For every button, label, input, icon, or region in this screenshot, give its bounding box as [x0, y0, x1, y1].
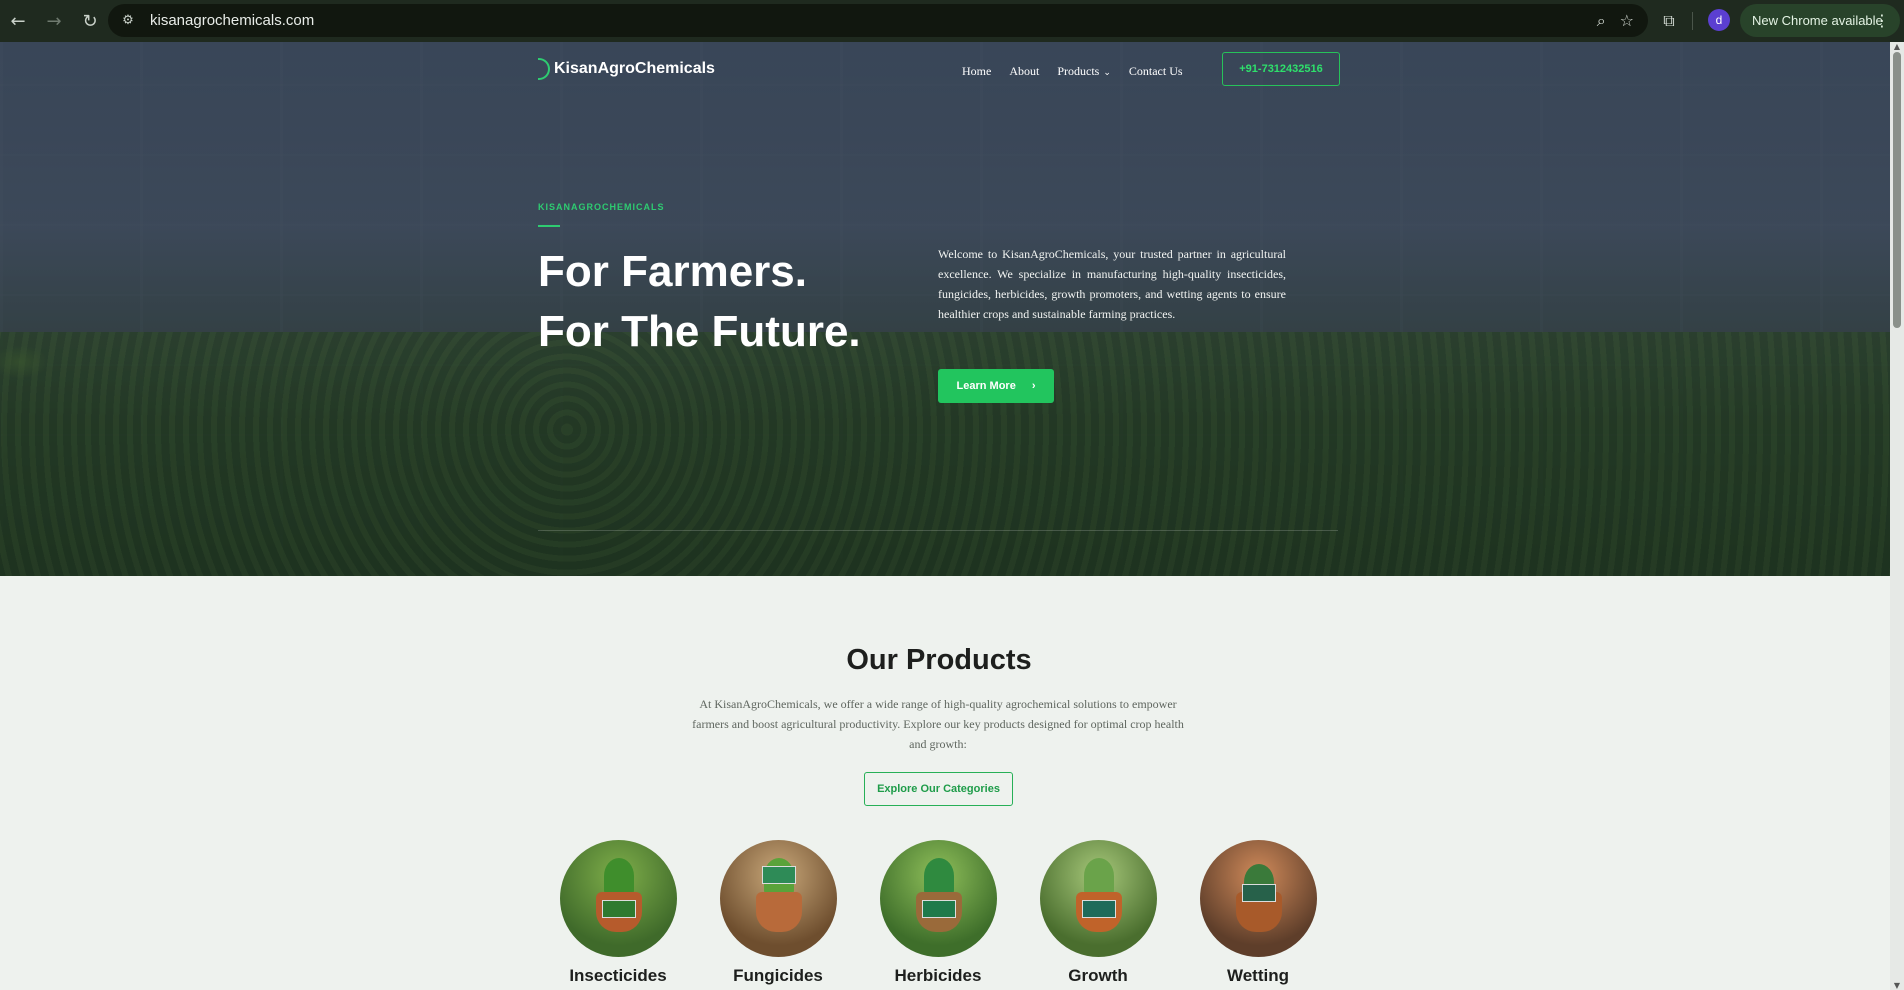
- nav-about[interactable]: About: [1009, 64, 1039, 79]
- category-image[interactable]: [880, 840, 997, 957]
- eyebrow-underline: [538, 225, 560, 227]
- scrollbar-thumb[interactable]: [1893, 52, 1901, 328]
- category-image[interactable]: [560, 840, 677, 957]
- product-tag: [762, 866, 796, 884]
- site-header: KisanAgroChemicals Home About Products ⌄ …: [538, 52, 1340, 92]
- main-menu: Home About Products ⌄ Contact Us: [962, 64, 1183, 79]
- hero-eyebrow: KISANAGROCHEMICALS: [538, 202, 665, 212]
- page-scrollbar[interactable]: ▲ ▼: [1890, 42, 1904, 990]
- category-fungicides[interactable]: Fungicides: [718, 840, 838, 990]
- nav-products[interactable]: Products ⌄: [1057, 64, 1111, 79]
- logo-text: KisanAgroChemicals: [554, 60, 715, 77]
- url-text[interactable]: kisanagrochemicals.com: [150, 12, 314, 29]
- forward-arrow-icon[interactable]: →: [36, 3, 72, 39]
- learn-more-label: Learn More: [956, 380, 1016, 392]
- extensions-icon[interactable]: ⧉: [1654, 6, 1684, 36]
- nav-products-label: Products: [1057, 64, 1100, 78]
- bookmark-star-icon[interactable]: ☆: [1620, 11, 1634, 30]
- browser-toolbar: ← → ↻ ⚙ kisanagrochemicals.com ⌕ ☆ ⧉ d N…: [0, 0, 1904, 42]
- products-title: Our Products: [846, 644, 1032, 676]
- category-label[interactable]: Herbicides: [858, 966, 1018, 986]
- products-section: Our Products At KisanAgroChemicals, we o…: [0, 576, 1890, 990]
- product-tag: [602, 900, 636, 918]
- site-info-icon[interactable]: ⚙: [116, 9, 140, 33]
- scroll-down-icon[interactable]: ▼: [1892, 981, 1902, 990]
- category-label[interactable]: Fungicides: [698, 966, 858, 986]
- product-tag: [1082, 900, 1116, 918]
- back-arrow-icon[interactable]: ←: [0, 3, 36, 39]
- toolbar-divider: [1692, 12, 1693, 30]
- category-growth[interactable]: Growth: [1038, 840, 1158, 990]
- category-herbicides[interactable]: Herbicides: [878, 840, 998, 990]
- category-label[interactable]: Insecticides: [538, 966, 698, 986]
- explore-categories-button[interactable]: Explore Our Categories: [864, 772, 1013, 806]
- product-tag: [922, 900, 956, 918]
- zoom-icon[interactable]: ⌕: [1597, 11, 1606, 31]
- update-chrome-button[interactable]: New Chrome available ⋮: [1740, 4, 1900, 37]
- profile-avatar[interactable]: d: [1708, 9, 1730, 31]
- category-image[interactable]: [720, 840, 837, 957]
- category-list: Insecticides Fungicides Herbicides Growt…: [558, 840, 1318, 990]
- learn-more-button[interactable]: Learn More ›: [938, 369, 1054, 403]
- plant-leaf: [604, 858, 634, 894]
- hero-headline: For Farmers. For The Future.: [538, 242, 861, 362]
- pot: [756, 892, 802, 932]
- phone-button[interactable]: +91-7312432516: [1222, 52, 1340, 86]
- category-image[interactable]: [1040, 840, 1157, 957]
- site-logo[interactable]: KisanAgroChemicals: [538, 58, 715, 80]
- plant-leaf: [924, 858, 954, 894]
- hero-divider: [538, 530, 1338, 531]
- headline-line-1: For Farmers.: [538, 247, 807, 296]
- reload-icon[interactable]: ↻: [72, 3, 108, 39]
- products-description: At KisanAgroChemicals, we offer a wide r…: [692, 697, 1184, 751]
- category-insecticides[interactable]: Insecticides: [558, 840, 678, 990]
- chevron-down-icon: ⌄: [1103, 67, 1111, 77]
- category-label[interactable]: Growth: [1018, 966, 1178, 986]
- hero-body-text: Welcome to KisanAgroChemicals, your trus…: [938, 247, 1286, 321]
- update-label: New Chrome available: [1752, 13, 1883, 28]
- plant-leaf: [1084, 858, 1114, 894]
- category-wetting[interactable]: Wetting: [1198, 840, 1318, 990]
- nav-contact[interactable]: Contact Us: [1129, 64, 1183, 79]
- logo-mark-icon: [538, 58, 550, 80]
- headline-line-2: For The Future.: [538, 307, 861, 356]
- address-bar[interactable]: ⚙ kisanagrochemicals.com ⌕ ☆: [108, 4, 1648, 37]
- menu-dots-icon[interactable]: ⋮: [1874, 11, 1890, 30]
- scroll-up-icon[interactable]: ▲: [1892, 42, 1902, 51]
- nav-home[interactable]: Home: [962, 64, 991, 79]
- chevron-right-icon: ›: [1031, 380, 1036, 392]
- product-tag: [1242, 884, 1276, 902]
- category-label[interactable]: Wetting: [1178, 966, 1338, 986]
- category-image[interactable]: [1200, 840, 1317, 957]
